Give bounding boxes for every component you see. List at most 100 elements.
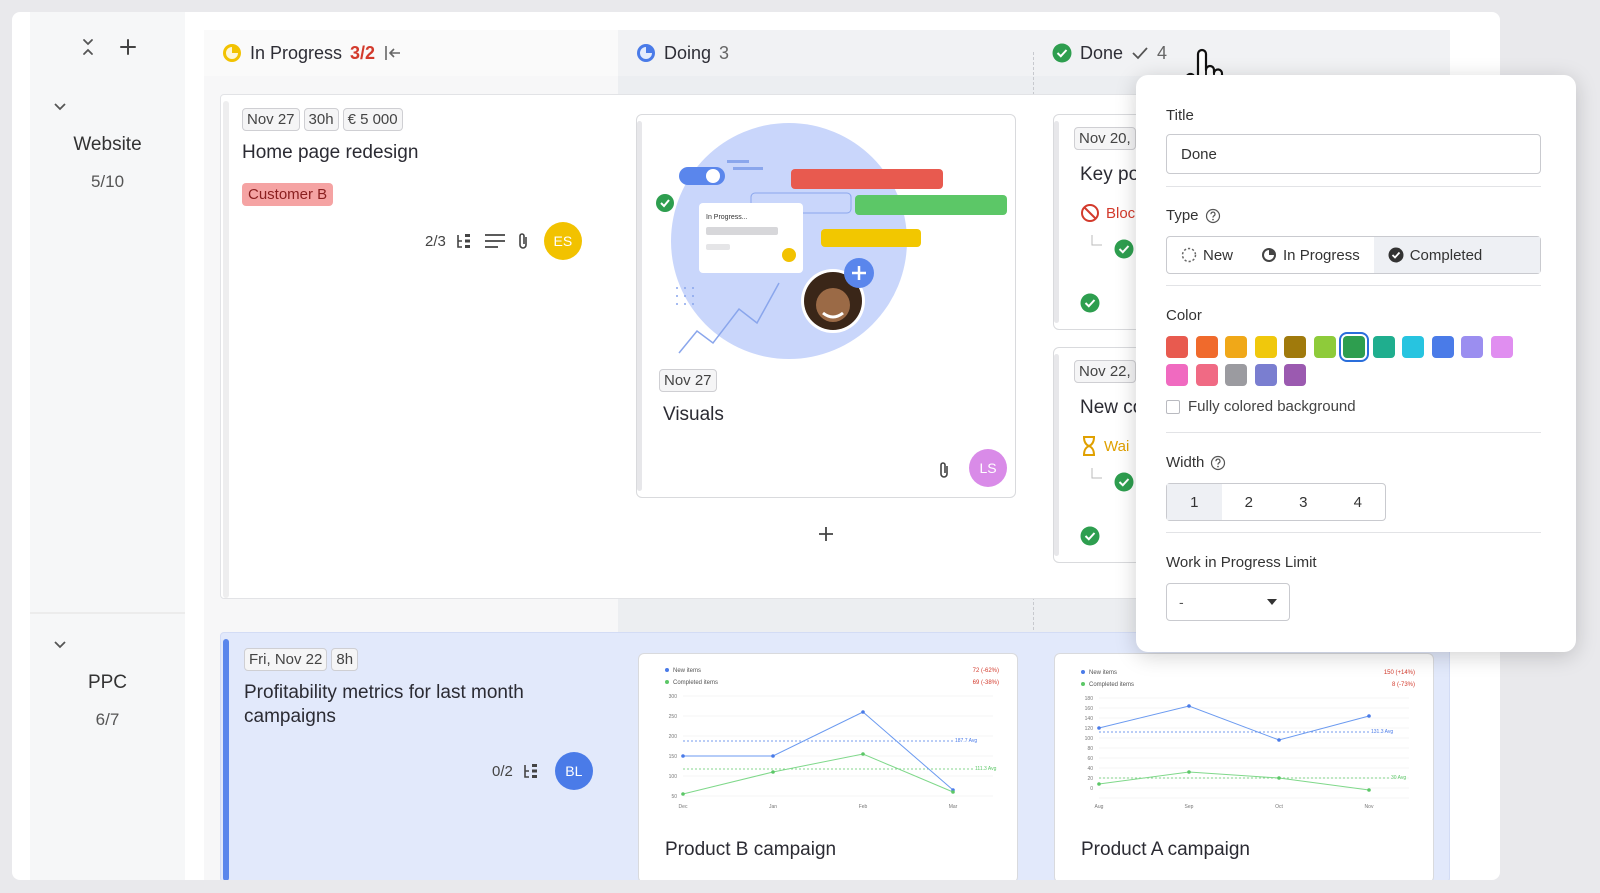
title-label: Title	[1166, 107, 1194, 124]
check-circle-icon	[1080, 293, 1100, 313]
subtask-count: 0/2	[492, 762, 513, 780]
add-card-button[interactable]	[817, 525, 835, 548]
color-swatch[interactable]	[1313, 336, 1336, 358]
card-profitability-metrics[interactable]: Fri, Nov 22 8h Profitability metrics for…	[244, 648, 614, 808]
wip-section: Work in Progress Limit -	[1166, 554, 1541, 621]
type-segmented-control: New In Progress Completed	[1166, 236, 1541, 274]
card-visuals[interactable]: In Progress... Nov 27 Visuals LS	[636, 114, 1016, 498]
color-swatch[interactable]	[1225, 364, 1247, 386]
color-swatch[interactable]	[1166, 336, 1188, 358]
blocked-status: Bloc	[1080, 203, 1135, 223]
add-lane-icon[interactable]	[117, 36, 139, 58]
color-swatch[interactable]	[1284, 364, 1306, 386]
type-section: Type New In Progress Completed	[1166, 207, 1541, 274]
width-option-1[interactable]: 1	[1167, 484, 1222, 520]
color-swatch[interactable]	[1254, 336, 1277, 358]
illustration-label: In Progress...	[706, 214, 748, 221]
type-option-new[interactable]: New	[1167, 237, 1247, 273]
color-swatch[interactable]	[1166, 364, 1188, 386]
width-option-3[interactable]: 3	[1276, 484, 1331, 520]
done-status-icon	[1052, 43, 1072, 63]
collapse-column-icon[interactable]	[383, 44, 403, 62]
swimlane-column: Website 5/10 PPC 6/7	[30, 12, 185, 880]
card-home-page-redesign[interactable]: Nov 27 30h € 5 000 Home page redesign Cu…	[242, 108, 622, 268]
checkbox-box[interactable]	[1166, 399, 1180, 414]
chevron-down-icon[interactable]	[52, 98, 68, 114]
color-swatch[interactable]	[1225, 336, 1247, 358]
attachment-icon[interactable]	[516, 232, 530, 250]
color-swatch[interactable]	[1372, 336, 1395, 358]
width-option-4[interactable]: 4	[1331, 484, 1386, 520]
color-swatch[interactable]	[1461, 336, 1483, 358]
title-section: Title Done	[1166, 107, 1541, 174]
section-divider	[1166, 432, 1541, 433]
svg-text:140: 140	[1085, 716, 1094, 722]
svg-text:0: 0	[1090, 786, 1093, 792]
svg-text:300: 300	[669, 694, 678, 700]
svg-text:100: 100	[1085, 736, 1094, 742]
section-divider	[1166, 532, 1541, 533]
column-settings-popup: Title Done Type New In Progress Complete…	[1136, 75, 1576, 652]
color-label: Color	[1166, 307, 1202, 324]
avatar-bl[interactable]: BL	[554, 752, 593, 790]
card-meta: 2/3 ES	[425, 222, 582, 260]
type-label: Type	[1166, 207, 1541, 224]
avatar-es[interactable]: ES	[543, 222, 582, 260]
card-title: Home page redesign	[242, 142, 419, 163]
check-icon	[1132, 47, 1148, 60]
avatar-ls[interactable]: LS	[969, 449, 1007, 487]
month-label: Jan	[769, 804, 777, 810]
column-header-done[interactable]: Done 4	[1034, 30, 1450, 76]
column-header-doing[interactable]: Doing 3	[618, 30, 1034, 76]
help-icon[interactable]	[1210, 455, 1226, 471]
column-count: 4	[1157, 42, 1168, 63]
width-label-text: Width	[1166, 454, 1205, 471]
svg-text:150: 150	[669, 754, 678, 760]
stat-new: 150 (+14%)	[1384, 670, 1415, 676]
lane-ppc[interactable]: PPC 6/7	[30, 636, 185, 730]
wip-label: Work in Progress Limit	[1166, 554, 1317, 571]
svg-text:40: 40	[1087, 766, 1093, 772]
wip-limit-select[interactable]: -	[1166, 583, 1290, 621]
description-icon[interactable]	[484, 233, 506, 249]
color-swatch[interactable]	[1195, 336, 1218, 358]
color-swatch[interactable]	[1195, 364, 1218, 386]
lane-stripe	[223, 639, 229, 880]
waiting-status: Wai	[1080, 436, 1129, 456]
type-option-completed[interactable]: Completed	[1373, 237, 1540, 273]
column-header-in-progress[interactable]: In Progress 3/2	[204, 30, 618, 76]
subtasks-icon[interactable]	[523, 763, 541, 779]
color-swatch[interactable]	[1490, 336, 1513, 358]
avg-completed-label: 30 Avg	[1391, 775, 1406, 781]
chevron-down-icon[interactable]	[52, 636, 68, 652]
color-swatch[interactable]	[1254, 364, 1277, 386]
color-swatch[interactable]	[1339, 332, 1369, 362]
hours-tag: 30h	[303, 108, 339, 131]
month-label: Dec	[679, 804, 688, 810]
option-label: In Progress	[1283, 246, 1360, 264]
color-swatch[interactable]	[1402, 336, 1424, 358]
color-swatch[interactable]	[1284, 336, 1306, 358]
svg-text:250: 250	[669, 714, 678, 720]
card-product-b-campaign[interactable]: New items Completed items 72 (-62%) 69 (…	[638, 653, 1018, 880]
title-input[interactable]: Done	[1166, 134, 1541, 174]
fully-colored-checkbox[interactable]: Fully colored background	[1166, 398, 1541, 415]
check-circle-icon	[1080, 526, 1100, 546]
card-product-a-campaign[interactable]: New items Completed items 150 (+14%) 8 (…	[1054, 653, 1434, 880]
width-option-2[interactable]: 2	[1222, 484, 1277, 520]
color-swatch[interactable]	[1431, 336, 1454, 358]
tree-branch-icon	[1091, 468, 1102, 479]
attachment-icon[interactable]	[937, 461, 951, 479]
svg-text:100: 100	[669, 774, 678, 780]
card-title: Product A campaign	[1081, 839, 1250, 860]
section-divider	[1166, 285, 1541, 286]
help-icon[interactable]	[1205, 208, 1221, 224]
card-title: Key po	[1080, 164, 1140, 185]
wip-value: -	[1179, 594, 1184, 610]
type-option-in-progress[interactable]: In Progress	[1247, 237, 1374, 273]
lane-count: 5/10	[90, 172, 125, 191]
collapse-icon[interactable]	[77, 36, 99, 58]
card-stripe	[1054, 121, 1059, 323]
lane-website[interactable]: Website 5/10	[30, 98, 185, 192]
subtasks-icon[interactable]	[456, 233, 474, 249]
